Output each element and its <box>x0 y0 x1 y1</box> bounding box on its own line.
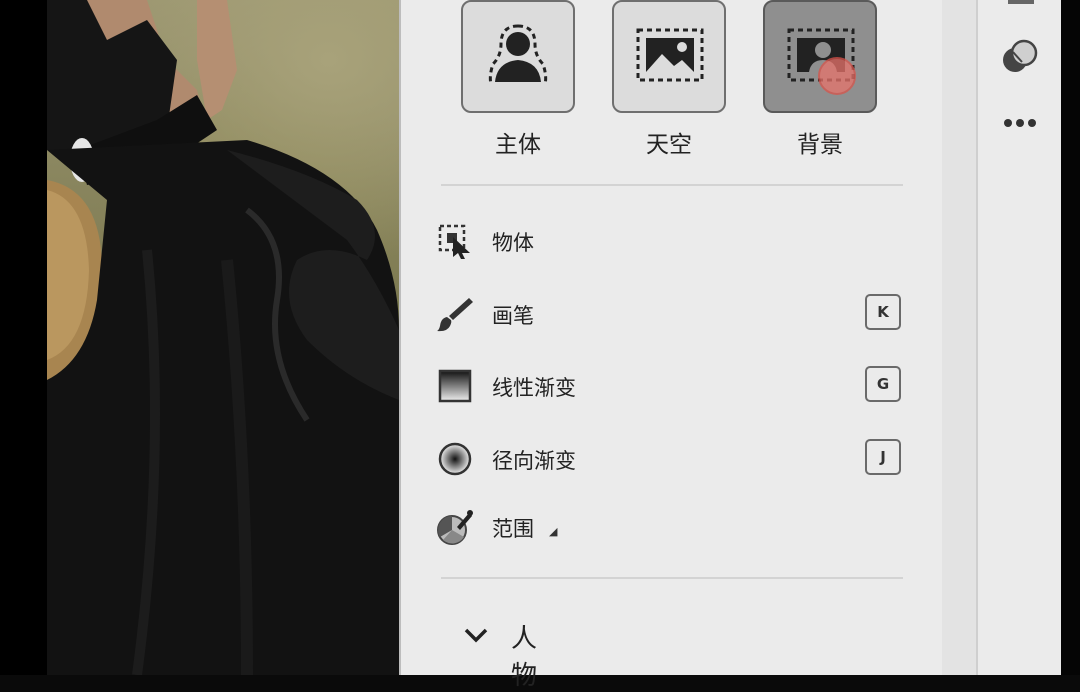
mask-subject-button[interactable] <box>461 0 575 113</box>
right-toolstrip <box>976 0 1063 675</box>
divider-bottom <box>441 577 903 579</box>
more-options-icon[interactable] <box>1000 103 1040 143</box>
people-section-label: 人物 <box>511 624 538 691</box>
panel-scroll-gutter <box>942 0 976 675</box>
linear-gradient-icon <box>438 369 472 403</box>
tool-linear-gradient[interactable]: 线性渐变 G <box>437 366 907 406</box>
tool-linear-gradient-label: 线性渐变 <box>492 376 576 400</box>
toolstrip-top-icon[interactable] <box>1008 0 1034 4</box>
background-icon <box>787 28 856 95</box>
radial-gradient-icon <box>438 442 472 476</box>
shortcut-g-badge: G <box>865 366 901 402</box>
divider-top <box>441 184 903 186</box>
subject-icon <box>488 24 548 85</box>
tool-brush-label: 画笔 <box>492 304 534 328</box>
object-select-icon <box>438 224 470 259</box>
mask-background-label: 背景 <box>797 132 843 158</box>
mask-icon[interactable] <box>1000 38 1040 78</box>
mask-background-button[interactable] <box>763 0 877 113</box>
tool-object-label: 物体 <box>492 231 534 255</box>
chevron-down-icon <box>464 628 488 643</box>
tool-object[interactable]: 物体 <box>437 221 907 261</box>
mask-subject-label: 主体 <box>495 132 541 158</box>
tool-radial-gradient-label: 径向渐变 <box>492 449 576 473</box>
mask-sky-label: 天空 <box>646 132 692 158</box>
tool-range[interactable]: 范围 ◢ <box>437 507 907 547</box>
mask-sky-button[interactable] <box>612 0 726 113</box>
dress-figure <box>47 0 399 675</box>
canvas-margin <box>0 0 47 675</box>
shortcut-j-badge: J <box>865 439 901 475</box>
range-picker-icon <box>437 510 473 545</box>
photo-canvas[interactable] <box>47 0 399 675</box>
sky-icon <box>636 28 704 82</box>
tool-radial-gradient[interactable]: 径向渐变 J <box>437 439 907 479</box>
range-submenu-triangle-icon[interactable]: ◢ <box>549 525 557 538</box>
shortcut-k-badge: K <box>865 294 901 330</box>
tool-range-label: 范围 <box>492 517 534 541</box>
tool-brush[interactable]: 画笔 K <box>437 294 907 334</box>
window-edge <box>1061 0 1080 675</box>
brush-icon <box>437 298 473 332</box>
